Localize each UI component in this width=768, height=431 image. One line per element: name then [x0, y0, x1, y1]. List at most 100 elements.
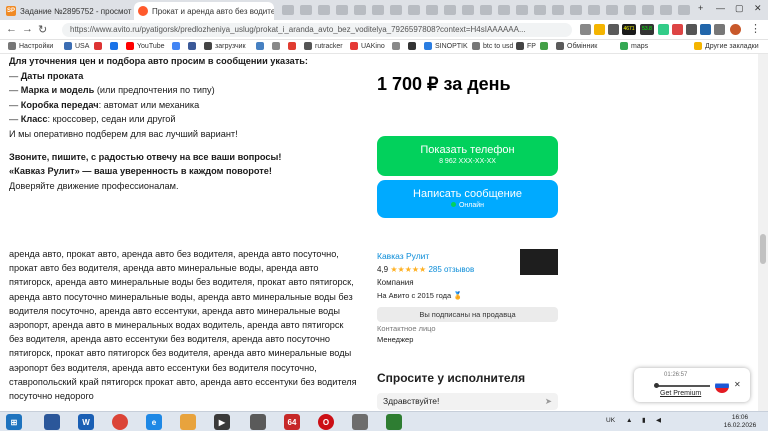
url-input[interactable]: https://www.avito.ru/pyatigorsk/predlozh…	[62, 23, 572, 37]
best-option-text: И мы оперативно подберем для вас лучший …	[9, 128, 238, 139]
bookmark-item[interactable]	[408, 42, 419, 50]
crypto-badge[interactable]: 53.8	[640, 24, 654, 35]
puzzle-icon[interactable]	[714, 24, 725, 35]
bookmark-folder[interactable]: Другие закладки	[694, 42, 759, 50]
extension-icon[interactable]	[700, 24, 711, 35]
pinned-tab[interactable]	[372, 5, 384, 15]
star-icon[interactable]	[594, 24, 605, 35]
pinned-tab[interactable]	[552, 5, 564, 15]
network-icon[interactable]: ▮	[642, 417, 646, 425]
get-premium-link[interactable]: Get Premium	[660, 390, 701, 397]
explorer-icon[interactable]	[44, 414, 60, 430]
crypto-badge[interactable]: 4671	[622, 24, 636, 35]
pinned-tab[interactable]	[318, 5, 330, 15]
aida64-icon[interactable]: 64	[284, 414, 300, 430]
folder-icon[interactable]	[180, 414, 196, 430]
reviews-link[interactable]: 285 отзывов	[428, 265, 474, 274]
close-icon[interactable]: ✕	[734, 380, 741, 389]
bookmark-item[interactable]: UAKino	[350, 42, 385, 50]
bookmark-item[interactable]	[94, 42, 105, 50]
pinned-tab[interactable]	[570, 5, 582, 15]
bookmark-item[interactable]	[392, 42, 403, 50]
russia-flag-icon[interactable]	[715, 379, 729, 393]
language-indicator[interactable]: UK	[606, 417, 615, 425]
bookmark-item[interactable]: USA	[64, 42, 89, 50]
bookmark-item[interactable]: btc to usd	[472, 42, 513, 50]
scrollbar-thumb[interactable]	[760, 234, 766, 264]
write-message-button[interactable]: Написать сообщение Онлайн	[377, 180, 558, 218]
app-icon[interactable]	[386, 414, 402, 430]
pinned-tab[interactable]	[534, 5, 546, 15]
seller-logo[interactable]	[520, 249, 558, 275]
extension-icon[interactable]	[686, 24, 697, 35]
extension-icon[interactable]	[580, 24, 591, 35]
progress-bar[interactable]	[656, 385, 710, 387]
pinned-tab[interactable]	[408, 5, 420, 15]
bookmark-item[interactable]: Обмінник	[556, 42, 597, 50]
media-player-icon[interactable]: ▶	[214, 414, 230, 430]
bookmark-item[interactable]: SINOPTIK	[424, 42, 468, 50]
pinned-tab[interactable]	[624, 5, 636, 15]
opera-icon[interactable]: O	[318, 414, 334, 430]
scrollbar[interactable]	[758, 54, 768, 411]
volume-icon[interactable]: ◀	[656, 417, 661, 425]
extension-icon[interactable]	[608, 24, 619, 35]
pinned-tab[interactable]	[480, 5, 492, 15]
pinned-tab[interactable]	[462, 5, 474, 15]
maximize-icon[interactable]: ▢	[735, 3, 744, 14]
bookmark-item[interactable]: FP	[516, 42, 536, 50]
bookmark-item[interactable]	[272, 42, 283, 50]
minimize-icon[interactable]: —	[716, 3, 725, 13]
windows-start-icon[interactable]: ⊞	[6, 414, 22, 430]
pinned-tab[interactable]	[444, 5, 456, 15]
bookmark-item[interactable]: YouTube	[126, 42, 165, 50]
ie-icon[interactable]: e	[146, 414, 162, 430]
clock[interactable]: 16:06 16.02.2026	[720, 414, 760, 430]
pinned-tab[interactable]	[300, 5, 312, 15]
ask-input[interactable]: Здравствуйте! ➤	[377, 393, 558, 410]
pinned-tab[interactable]	[516, 5, 528, 15]
bookmark-item[interactable]: maps	[620, 42, 648, 50]
menu-dots-icon[interactable]: ⋮	[750, 22, 761, 35]
new-tab-icon[interactable]: +	[698, 3, 703, 13]
profile-avatar[interactable]	[730, 24, 741, 35]
back-icon[interactable]: ←	[6, 23, 17, 35]
bookmark-item[interactable]: rutracker	[304, 42, 343, 50]
pinned-tab[interactable]	[660, 5, 672, 15]
document-icon[interactable]	[352, 414, 368, 430]
subscribed-button[interactable]: Вы подписаны на продавца	[377, 307, 558, 322]
pinned-tab[interactable]	[606, 5, 618, 15]
show-phone-button[interactable]: Показать телефон 8 962 XXX-XX-XX	[377, 136, 558, 176]
slider-knob[interactable]	[654, 383, 659, 388]
close-window-icon[interactable]: ✕	[754, 3, 762, 14]
extension-icon[interactable]	[658, 24, 669, 35]
bookmark-item[interactable]: загрузчик	[204, 42, 246, 50]
pinned-tab[interactable]	[426, 5, 438, 15]
pinned-tab[interactable]	[282, 5, 294, 15]
forward-icon[interactable]: →	[22, 23, 33, 35]
pinned-tab[interactable]	[336, 5, 348, 15]
bookmark-item[interactable]	[256, 42, 267, 50]
seller-name-link[interactable]: Кавказ Рулит	[377, 250, 474, 263]
pinned-tab[interactable]	[588, 5, 600, 15]
chrome-icon[interactable]	[112, 414, 128, 430]
bookmark-item[interactable]	[110, 42, 121, 50]
app-icon[interactable]: W	[78, 414, 94, 430]
pinned-tab[interactable]	[354, 5, 366, 15]
reload-icon[interactable]: ↻	[38, 23, 47, 36]
tray-arrow-icon[interactable]: ▲	[626, 417, 632, 425]
calculator-icon[interactable]	[250, 414, 266, 430]
bookmark-item[interactable]: Настройки	[8, 42, 53, 50]
pinned-tab[interactable]	[498, 5, 510, 15]
extension-icon[interactable]	[672, 24, 683, 35]
send-icon[interactable]: ➤	[545, 393, 552, 410]
bookmark-item[interactable]	[288, 42, 299, 50]
tab-avito[interactable]: Прокат и аренда авто без водите... ×	[134, 2, 274, 20]
pinned-tab[interactable]	[642, 5, 654, 15]
pinned-tab[interactable]	[678, 5, 690, 15]
bookmark-item[interactable]	[188, 42, 199, 50]
bookmark-item[interactable]	[540, 42, 551, 50]
tab-task[interactable]: SP Задание №2895752 - просмотр з... ×	[2, 2, 132, 20]
pinned-tab[interactable]	[390, 5, 402, 15]
bookmark-item[interactable]	[172, 42, 183, 50]
